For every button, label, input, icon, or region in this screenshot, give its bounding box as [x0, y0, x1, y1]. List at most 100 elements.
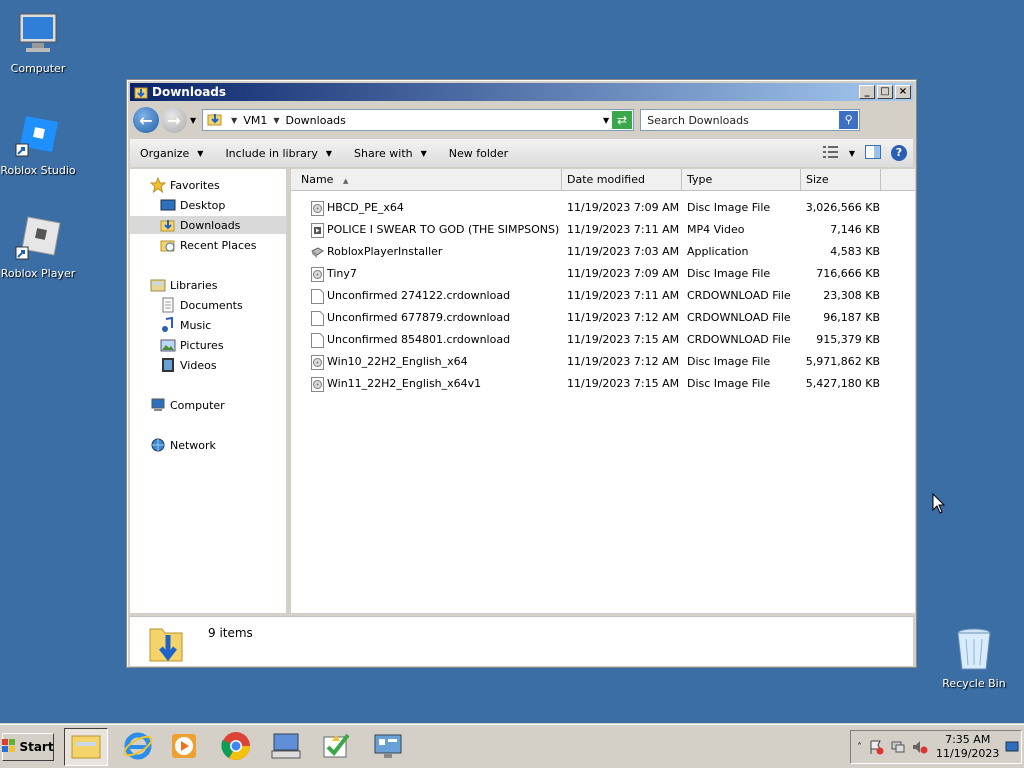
nav-videos[interactable]: Videos: [160, 356, 217, 374]
file-row[interactable]: Unconfirmed 677879.crdownload 11/19/2023…: [291, 307, 915, 329]
file-name-cell: POLICE I SWEAR TO GOD (THE SIMPSONS) ...: [291, 219, 562, 241]
taskbar-ie-button[interactable]: [116, 728, 160, 766]
recent-places-icon: [160, 237, 176, 253]
clock-time: 7:35 AM: [945, 733, 991, 746]
breadcrumb-vm1[interactable]: VM1: [243, 114, 267, 127]
desktop-icon-recycle-bin[interactable]: Recycle Bin: [936, 625, 1012, 690]
volume-muted-icon[interactable]: [912, 738, 928, 756]
file-name-cell: Unconfirmed 677879.crdownload: [291, 307, 562, 329]
nav-desktop[interactable]: Desktop: [160, 196, 225, 214]
breadcrumb-separator-icon[interactable]: ▼: [273, 116, 279, 125]
address-bar: ← → ▼ ▼ VM1 ▼ Downloads ▼ ⇄ Search Downl…: [130, 104, 913, 136]
desktop-icon-roblox-studio[interactable]: Roblox Studio: [0, 112, 76, 177]
refresh-button[interactable]: ⇄: [612, 111, 633, 129]
breadcrumb-separator-icon[interactable]: ▼: [231, 116, 237, 125]
application-icon: [311, 245, 324, 260]
clock[interactable]: 7:35 AM 11/19/2023: [936, 733, 999, 761]
taskbar-chrome-button[interactable]: [214, 728, 258, 766]
nav-downloads[interactable]: Downloads: [130, 216, 286, 234]
file-name-cell: Win10_22H2_English_x64: [291, 351, 562, 373]
address-dropdown-icon[interactable]: ▼: [603, 116, 609, 125]
nav-computer[interactable]: Computer: [150, 396, 225, 414]
command-bar: Organize ▼ Include in library ▼ Share wi…: [130, 139, 913, 167]
new-folder-label: New folder: [448, 146, 509, 160]
include-in-library-label: Include in library: [225, 146, 318, 160]
file-row[interactable]: Unconfirmed 274122.crdownload 11/19/2023…: [291, 285, 915, 307]
nav-label: Downloads: [180, 218, 241, 232]
back-button[interactable]: ←: [133, 107, 159, 133]
file-type: Disc Image File: [687, 201, 771, 214]
windows-logo-icon: [2, 738, 16, 756]
chevron-down-icon: ▼: [420, 148, 427, 158]
file-name: Unconfirmed 677879.crdownload: [327, 311, 511, 324]
taskbar-task-manager-button[interactable]: [314, 728, 358, 766]
star-icon: [149, 176, 167, 194]
file-row[interactable]: Unconfirmed 854801.crdownload 11/19/2023…: [291, 329, 915, 351]
file-name: Win10_22H2_English_x64: [327, 355, 468, 368]
nav-music[interactable]: Music: [160, 316, 211, 334]
forward-button[interactable]: →: [161, 107, 187, 133]
desktop-icon-computer[interactable]: Computer: [0, 10, 76, 75]
nav-recent-places[interactable]: Recent Places: [160, 236, 257, 254]
show-desktop-icon[interactable]: [1005, 738, 1019, 756]
column-name[interactable]: Name ▲: [291, 169, 562, 191]
taskbar-keyboard-app-button[interactable]: [264, 728, 308, 766]
nav-libraries[interactable]: Libraries: [150, 276, 218, 294]
recycle-bin-icon: [950, 625, 998, 673]
refresh-icon: ⇄: [617, 113, 628, 127]
view-dropdown-icon[interactable]: ▼: [849, 149, 855, 158]
file-row[interactable]: POLICE I SWEAR TO GOD (THE SIMPSONS) ...…: [291, 219, 915, 241]
taskbar-media-player-button[interactable]: [162, 728, 206, 766]
taskbar-control-panel-button[interactable]: [366, 728, 410, 766]
file-type: Application: [687, 245, 749, 258]
address-input[interactable]: ▼ VM1 ▼ Downloads ▼ ⇄: [202, 109, 635, 131]
file-row[interactable]: Win11_22H2_English_x64v1 11/19/2023 7:15…: [291, 373, 915, 395]
breadcrumb-downloads[interactable]: Downloads: [285, 114, 345, 127]
start-button[interactable]: Start: [2, 733, 54, 761]
file-name-cell: Unconfirmed 854801.crdownload: [291, 329, 562, 351]
search-input[interactable]: Search Downloads ⚲: [640, 109, 861, 131]
file-name-cell: RobloxPlayerInstaller: [291, 241, 562, 263]
file-size: 23,308 KB: [823, 289, 880, 302]
file-row[interactable]: RobloxPlayerInstaller 11/19/2023 7:03 AM…: [291, 241, 915, 263]
show-hidden-icons-icon[interactable]: ˄: [857, 738, 862, 756]
file-size: 915,379 KB: [816, 333, 880, 346]
folder-download-icon: [207, 112, 223, 129]
help-icon[interactable]: ?: [891, 145, 907, 161]
column-date-modified[interactable]: Date modified: [562, 169, 682, 191]
nav-favorites[interactable]: Favorites: [149, 176, 220, 194]
minimize-button[interactable]: _: [859, 85, 875, 99]
search-button[interactable]: ⚲: [839, 111, 859, 129]
file-row[interactable]: Tiny7 11/19/2023 7:09 AM Disc Image File…: [291, 263, 915, 285]
action-center-flag-icon[interactable]: [868, 738, 884, 756]
new-folder-button[interactable]: New folder: [449, 147, 508, 160]
network-status-icon[interactable]: [890, 738, 906, 756]
preview-pane-icon[interactable]: [865, 144, 881, 162]
recent-pages-dropdown-icon[interactable]: ▼: [190, 116, 196, 125]
share-with-button[interactable]: Share with ▼: [354, 147, 427, 160]
file-name: Win11_22H2_English_x64v1: [327, 377, 482, 390]
file-name: POLICE I SWEAR TO GOD (THE SIMPSONS) ...: [327, 223, 562, 236]
nav-label: Desktop: [180, 198, 226, 212]
file-row[interactable]: Win10_22H2_English_x64 11/19/2023 7:12 A…: [291, 351, 915, 373]
desktop-icon-label: Roblox Studio: [0, 164, 76, 177]
column-type[interactable]: Type: [682, 169, 801, 191]
nav-documents[interactable]: Documents: [160, 296, 243, 314]
column-type-label: Type: [687, 173, 713, 186]
maximize-button[interactable]: □: [877, 85, 893, 99]
organize-button[interactable]: Organize ▼: [140, 147, 203, 160]
close-button[interactable]: ×: [895, 85, 911, 99]
title-bar[interactable]: Downloads _ □ ×: [130, 83, 913, 101]
nav-pictures[interactable]: Pictures: [160, 336, 224, 354]
file-size: 7,146 KB: [830, 223, 880, 236]
file-row[interactable]: HBCD_PE_x64 11/19/2023 7:09 AM Disc Imag…: [291, 197, 915, 219]
column-size[interactable]: Size: [801, 169, 881, 191]
file-type: MP4 Video: [687, 223, 745, 236]
nav-network[interactable]: Network: [150, 436, 216, 454]
keyboard-app-icon: [270, 731, 302, 764]
desktop-icon-roblox-player[interactable]: Roblox Player: [0, 215, 76, 280]
desktop-icon: [160, 197, 176, 213]
taskbar-explorer-button[interactable]: [64, 728, 108, 766]
include-in-library-button[interactable]: Include in library ▼: [225, 147, 332, 160]
view-options-icon[interactable]: [822, 145, 839, 161]
